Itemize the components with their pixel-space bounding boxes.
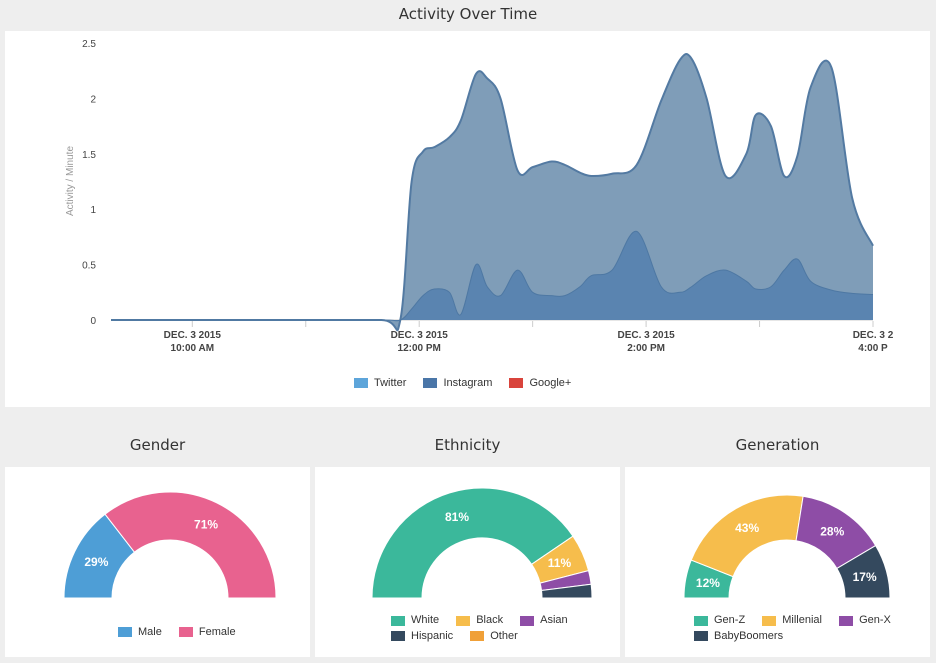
activity-chart: 0 0.5 1 1.5 2 2.5 Activity / Minute DEC. 3 2015… [65, 39, 894, 354]
slice-millenial[interactable] [690, 494, 804, 578]
legend-label-white: White [411, 614, 440, 626]
generation-panel: 12% 43% 28% 17% Gen-Z Millenial Gen-X BabyB… [625, 467, 930, 657]
slice-label-black: 11% [548, 556, 572, 570]
gender-panel: 29% 71% Male Female [5, 467, 310, 657]
legend-item-hispanic[interactable]: Hispanic [391, 630, 453, 643]
twitter-swatch [354, 378, 368, 388]
instagram-swatch [423, 378, 438, 388]
legend-item-black[interactable]: Black [456, 614, 503, 627]
x-tick-label-time: 12:00 PM [398, 343, 441, 354]
gender-title: Gender [129, 436, 186, 454]
y-tick-label: 0.5 [82, 261, 96, 272]
generation-title: Generation [735, 436, 820, 454]
ethnicity-donut-chart: 81% 11% [371, 487, 593, 599]
legend-label-black: Black [476, 614, 504, 626]
legend-item-genz[interactable]: Gen-Z [694, 614, 745, 627]
ethnicity-panel: 81% 11% White Black Asian Hispanic Other [315, 467, 620, 657]
asian-swatch [520, 615, 535, 626]
y-tick-label: 1 [90, 205, 96, 216]
legend-label-genx: Gen-X [859, 614, 891, 626]
legend-label-twitter: Twitter [374, 377, 407, 389]
slice-label-gen-x: 28% [820, 524, 844, 538]
millenial-swatch [762, 615, 777, 626]
legend-label-babyboomers: BabyBoomers [714, 629, 784, 642]
genx-swatch [839, 615, 854, 626]
y-tick-label: 0 [90, 316, 96, 327]
legend-label-female: Female [198, 626, 236, 638]
legend-label-genz: Gen-Z [714, 614, 746, 626]
hispanic-swatch [391, 631, 405, 641]
y-tick-label: 1.5 [82, 150, 96, 161]
legend-label-male: Male [138, 626, 162, 638]
gender-donut-chart: 29% 71% [63, 491, 277, 599]
y-tick-label: 2.5 [82, 39, 96, 50]
generation-donut-chart: 12% 43% 28% 17% [683, 494, 891, 599]
legend-label-other: Other [490, 629, 518, 642]
legend-item-babyboomers[interactable]: BabyBoomers [694, 630, 783, 643]
legend-item-twitter[interactable]: Twitter [354, 377, 406, 389]
x-tick-label-time: 10:00 AM [171, 343, 215, 354]
legend-item-genx[interactable]: Gen-X [839, 614, 891, 627]
ethnicity-legend: White Black Asian Hispanic Other [391, 614, 582, 645]
legend-item-male[interactable]: Male [118, 626, 162, 638]
y-axis-label: Activity / Minute [65, 146, 76, 216]
female-swatch [178, 627, 193, 637]
legend-item-white[interactable]: White [391, 614, 439, 627]
x-tick-label-date: DEC. 3 2015 [391, 330, 449, 341]
googleplus-swatch [509, 378, 524, 388]
legend-item-instagram[interactable]: Instagram [423, 377, 492, 389]
slice-label-male: 29% [84, 555, 108, 569]
x-tick-label-date: DEC. 3 2 [853, 330, 894, 341]
legend-label-googleplus: Google+ [529, 377, 572, 389]
slice-female[interactable] [104, 491, 277, 599]
slice-label-millenial: 43% [735, 521, 759, 535]
total-activity-area [111, 53, 873, 331]
male-swatch [118, 627, 132, 637]
genz-swatch [694, 615, 708, 626]
other-swatch [470, 631, 485, 641]
slice-label-babyboomers: 17% [853, 570, 877, 584]
slice-label-white: 81% [445, 510, 469, 524]
legend-item-other[interactable]: Other [470, 630, 518, 643]
legend-label-instagram: Instagram [443, 377, 493, 389]
legend-label-millenial: Millenial [782, 614, 822, 626]
legend-item-millenial[interactable]: Millenial [762, 614, 822, 627]
ethnicity-title: Ethnicity [434, 436, 501, 454]
legend-label-hispanic: Hispanic [411, 629, 454, 642]
generation-legend: Gen-Z Millenial Gen-X BabyBoomers [694, 614, 905, 645]
legend-item-googleplus[interactable]: Google+ [509, 377, 571, 389]
slice-label-female: 71% [194, 517, 218, 531]
legend-item-female[interactable]: Female [178, 626, 236, 638]
babyboomers-swatch [694, 631, 708, 641]
activity-panel: 0 0.5 1 1.5 2 2.5 Activity / Minute DEC. 3 2015… [5, 31, 930, 407]
activity-title: Activity Over Time [398, 5, 538, 23]
legend-label-asian: Asian [540, 614, 568, 626]
y-tick-label: 2 [90, 94, 96, 105]
white-swatch [391, 615, 405, 626]
x-tick-label-time: 4:00 P [858, 343, 888, 354]
black-swatch [456, 615, 471, 626]
slice-label-gen-z: 12% [696, 576, 720, 590]
legend-item-asian[interactable]: Asian [520, 614, 568, 627]
x-tick-label-date: DEC. 3 2015 [617, 330, 675, 341]
x-tick-label-date: DEC. 3 2015 [164, 330, 222, 341]
gender-legend: Male Female [118, 626, 250, 640]
activity-legend: Twitter Instagram Google+ [354, 377, 585, 391]
x-tick-label-time: 2:00 PM [627, 343, 665, 354]
